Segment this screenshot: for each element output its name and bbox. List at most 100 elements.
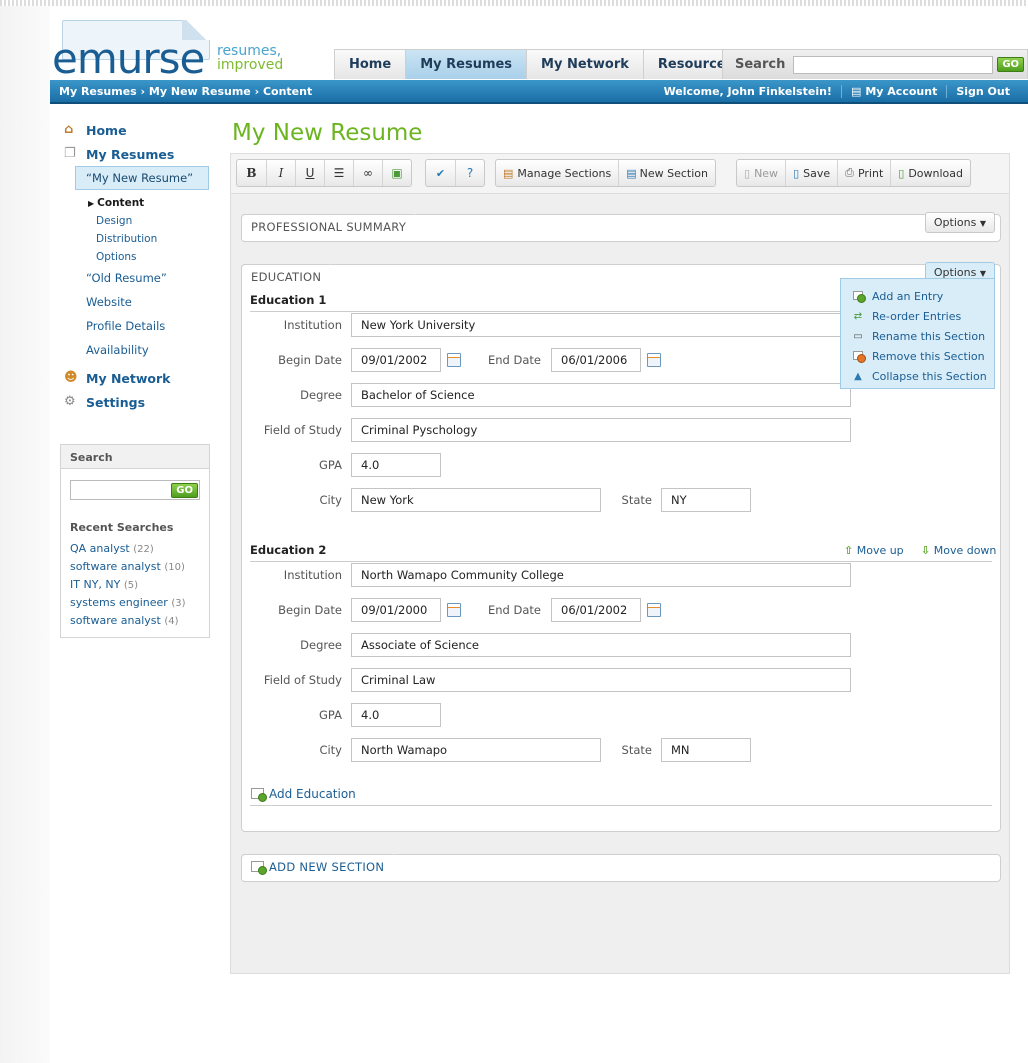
help-button[interactable]: ?	[455, 160, 484, 186]
sidebar-search-title: Search	[61, 445, 209, 469]
field-of-study-field[interactable]: Criminal Law	[351, 668, 851, 692]
format-group: B I U ☰ ∞ ▣	[236, 159, 412, 187]
sidebar-item-my-new-resume[interactable]: “My New Resume”	[75, 166, 209, 190]
gpa-field[interactable]: 4.0	[351, 453, 441, 477]
sidebar-sub-options[interactable]: Options	[64, 248, 214, 266]
sidebar-item-my-network[interactable]: ☻ My Network	[64, 366, 214, 390]
sidebar-item-home[interactable]: ⌂ Home	[64, 118, 214, 142]
end-date-field[interactable]: 06/01/2006	[551, 348, 641, 372]
state-label: State	[621, 743, 652, 757]
logo-tagline: resumes, improved	[217, 43, 284, 73]
sidebar-item-profile-details[interactable]: Profile Details	[64, 314, 214, 338]
state-field[interactable]: MN	[661, 738, 751, 762]
download-button[interactable]: ▯ Download	[890, 160, 970, 186]
arrow-up-icon: ⇧	[844, 544, 854, 557]
italic-button[interactable]: I	[266, 160, 295, 186]
bold-button[interactable]: B	[237, 160, 266, 186]
sidebar-sub-content[interactable]: ▶ Content	[64, 194, 214, 212]
manage-sections-icon: ▤	[503, 166, 514, 180]
calendar-icon[interactable]	[647, 353, 661, 367]
professional-summary-section: PROFESSIONAL SUMMARY Options ▼	[241, 212, 1001, 242]
sidebar-search-input[interactable]: GO	[70, 480, 200, 500]
emurse-logo[interactable]: emurse resumes, improved	[52, 16, 292, 83]
state-field[interactable]: NY	[661, 488, 751, 512]
move-up-link[interactable]: ⇧ Move up	[844, 544, 904, 557]
sign-out-link[interactable]: Sign Out	[946, 85, 1019, 98]
city-field[interactable]: North Wamapo	[351, 738, 601, 762]
degree-field[interactable]: Bachelor of Science	[351, 383, 851, 407]
file-group: ▯ New ▯ Save ⎙ Print ▯ Download	[736, 159, 972, 187]
arrow-down-icon: ⇩	[921, 544, 931, 557]
add-education-link[interactable]: Add Education	[251, 787, 356, 802]
list-icon: ☰	[333, 166, 345, 180]
spellcheck-button[interactable]: ✔	[426, 160, 455, 186]
list-item[interactable]: software analyst (4)	[70, 614, 185, 632]
institution-field[interactable]: North Wamapo Community College	[351, 563, 851, 587]
summary-options-button[interactable]: Options ▼	[924, 212, 995, 233]
nav-tab-my-resumes[interactable]: My Resumes	[405, 49, 528, 79]
education-tab[interactable]: EDUCATION	[241, 264, 343, 290]
my-account-link[interactable]: ▤ My Account	[840, 85, 946, 98]
city-field[interactable]: New York	[351, 488, 601, 512]
save-button[interactable]: ▯ Save	[785, 160, 837, 186]
add-new-section-tab[interactable]: ADD NEW SECTION	[241, 854, 406, 880]
gear-icon: ⚙	[64, 394, 76, 409]
menu-item-collapse-section[interactable]: ▲ Collapse this Section	[841, 366, 994, 386]
recent-searches-title: Recent Searches	[70, 521, 174, 534]
logo-wordmark: emurse	[52, 34, 205, 83]
add-section-icon	[251, 861, 267, 875]
new-section-button[interactable]: ▤ New Section	[618, 160, 715, 186]
menu-item-rename-section[interactable]: ▭ Rename this Section	[841, 326, 994, 346]
sidebar-item-availability[interactable]: Availability	[64, 338, 214, 362]
collapse-icon: ▲	[854, 370, 862, 382]
gpa-label: GPA	[319, 458, 342, 472]
header-search-input[interactable]	[793, 55, 994, 74]
menu-item-remove-section[interactable]: Remove this Section	[841, 346, 994, 366]
underline-button[interactable]: U	[295, 160, 324, 186]
sidebar-item-website[interactable]: Website	[64, 290, 214, 314]
link-icon: ∞	[363, 166, 373, 180]
calendar-icon[interactable]	[447, 353, 461, 367]
image-button[interactable]: ▣	[382, 160, 411, 186]
sidebar-item-settings[interactable]: ⚙ Settings	[64, 390, 214, 414]
nav-tab-home[interactable]: Home	[334, 49, 407, 79]
begin-date-label: Begin Date	[278, 603, 342, 617]
field-of-study-field[interactable]: Criminal Pyschology	[351, 418, 851, 442]
list-item[interactable]: QA analyst (22)	[70, 542, 185, 560]
add-entry-icon	[251, 788, 267, 802]
sidebar-sub-distribution[interactable]: Distribution	[64, 230, 214, 248]
begin-date-field[interactable]: 09/01/2002	[351, 348, 441, 372]
degree-label: Degree	[300, 388, 342, 402]
degree-field[interactable]: Associate of Science	[351, 633, 851, 657]
print-button[interactable]: ⎙ Print	[837, 160, 890, 186]
institution-field[interactable]: New York University	[351, 313, 851, 337]
welcome-text: Welcome, John Finkelstein!	[663, 85, 832, 98]
list-item[interactable]: systems engineer (3)	[70, 596, 185, 614]
list-item[interactable]: software analyst (10)	[70, 560, 185, 578]
move-down-link[interactable]: ⇩ Move down	[921, 544, 996, 557]
new-button[interactable]: ▯ New	[737, 160, 785, 186]
calendar-icon[interactable]	[647, 603, 661, 617]
sidebar-search-go-button[interactable]: GO	[171, 483, 198, 498]
city-label: City	[319, 743, 342, 757]
link-button[interactable]: ∞	[353, 160, 382, 186]
menu-item-add-entry[interactable]: Add an Entry	[841, 286, 994, 306]
header-search-go-button[interactable]: GO	[997, 57, 1025, 72]
begin-date-field[interactable]: 09/01/2000	[351, 598, 441, 622]
sidebar-item-old-resume[interactable]: “Old Resume”	[64, 266, 214, 290]
bullet-list-button[interactable]: ☰	[324, 160, 353, 186]
nav-tab-my-network[interactable]: My Network	[526, 49, 644, 79]
header-search: Search GO	[722, 49, 1028, 79]
menu-item-reorder-entries[interactable]: ⇄ Re-order Entries	[841, 306, 994, 326]
sidebar-sub-design[interactable]: Design	[64, 212, 214, 230]
calendar-icon[interactable]	[447, 603, 461, 617]
gpa-field[interactable]: 4.0	[351, 703, 441, 727]
professional-summary-tab[interactable]: PROFESSIONAL SUMMARY	[241, 214, 428, 240]
manage-sections-button[interactable]: ▤ Manage Sections	[496, 160, 618, 186]
breadcrumb[interactable]: My Resumes › My New Resume › Content	[59, 85, 312, 98]
list-item[interactable]: IT NY, NY (5)	[70, 578, 185, 596]
account-card-icon: ▤	[850, 85, 862, 98]
remove-icon	[851, 350, 866, 363]
sidebar-item-my-resumes[interactable]: ❐ My Resumes	[64, 142, 214, 166]
end-date-field[interactable]: 06/01/2002	[551, 598, 641, 622]
